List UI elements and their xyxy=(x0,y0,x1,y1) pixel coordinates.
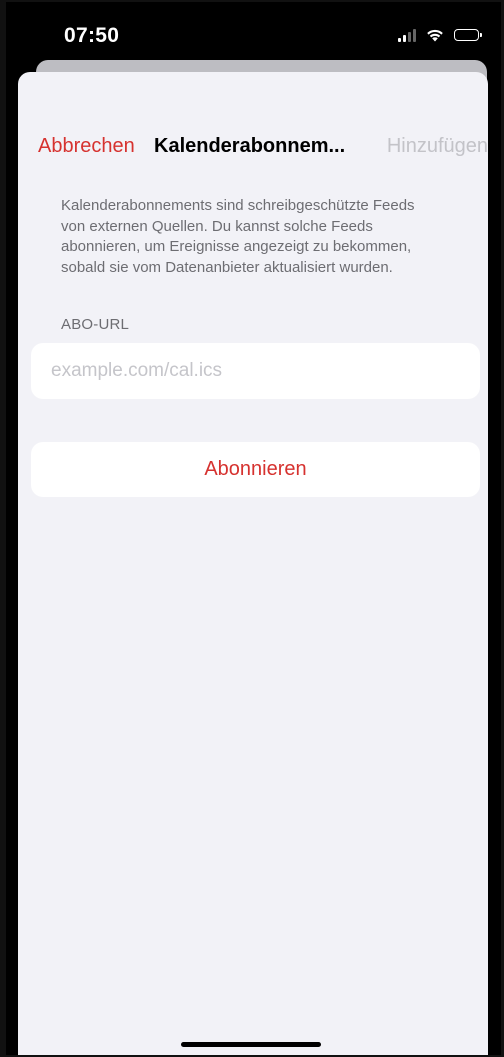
home-indicator[interactable] xyxy=(181,1042,321,1047)
navigation-bar: Abbrechen Kalenderabonnem... Hinzufügen xyxy=(18,126,488,166)
subscription-url-input[interactable] xyxy=(31,343,480,399)
cancel-button[interactable]: Abbrechen xyxy=(38,126,135,166)
page-title: Kalenderabonnem... xyxy=(154,135,346,157)
subscribe-button[interactable]: Abonnieren xyxy=(31,442,480,497)
status-time: 07:50 xyxy=(64,24,120,47)
cellular-signal-icon xyxy=(398,28,416,42)
battery-icon xyxy=(454,29,482,41)
url-section-label: ABO-URL xyxy=(61,316,130,333)
phone-screen: 07:50 Abbrechen Kalenderabonnem... Hinzu… xyxy=(6,2,501,1055)
description-text: Kalenderabonnements sind schreibgeschütz… xyxy=(61,197,415,276)
add-button[interactable]: Hinzufügen xyxy=(387,126,488,166)
wifi-icon xyxy=(427,29,443,42)
status-icons xyxy=(398,28,482,42)
